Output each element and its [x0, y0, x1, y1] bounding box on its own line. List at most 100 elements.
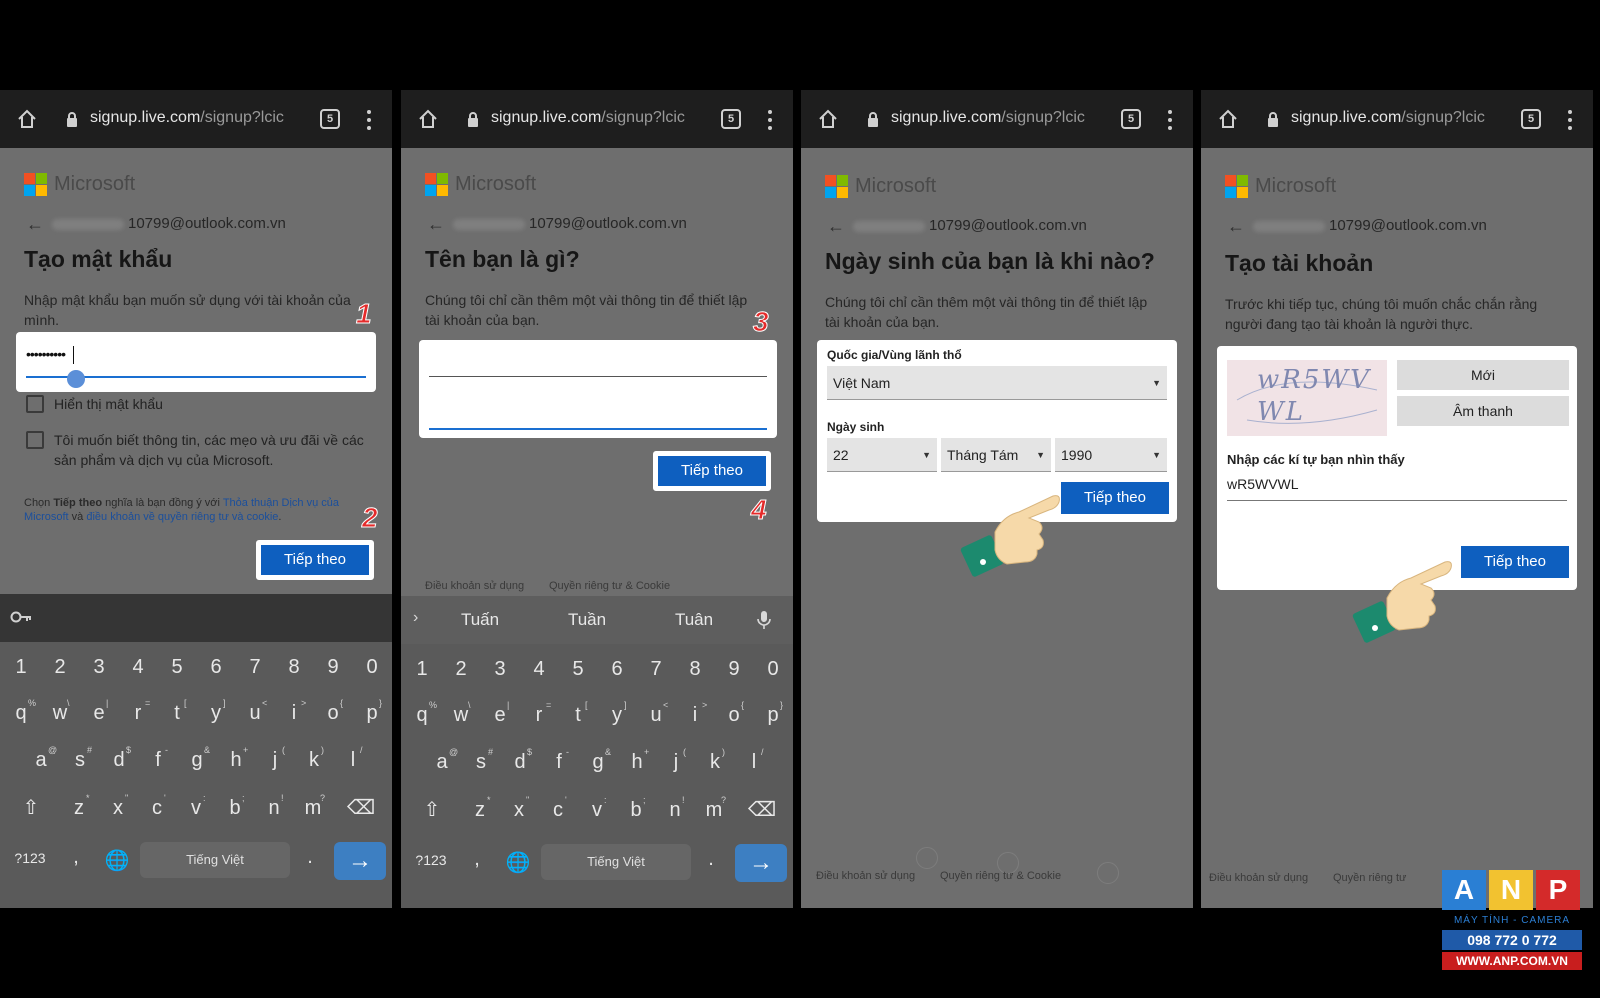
key-k[interactable]: k — [299, 749, 329, 772]
key-f[interactable]: f — [544, 751, 574, 774]
suggestion-1[interactable]: Tuấn — [451, 610, 509, 630]
privacy-cookie-link[interactable]: Quyền riêng tư & Cookie — [940, 870, 1061, 882]
terms-of-use-link[interactable]: Điều khoản sử dụng — [816, 870, 915, 882]
key-7[interactable]: 7 — [240, 656, 270, 679]
key-e[interactable]: e — [84, 702, 114, 725]
next-button[interactable]: Tiếp theo — [1061, 482, 1169, 514]
overflow-menu-icon[interactable] — [1567, 109, 1573, 131]
url-text[interactable]: signup.live.com/signup?lcic — [491, 109, 695, 127]
key-w[interactable]: w — [446, 704, 476, 727]
next-button[interactable]: Tiếp theo — [653, 451, 771, 491]
key-f[interactable]: f — [143, 749, 173, 772]
key-3[interactable]: 3 — [84, 656, 114, 679]
key-x[interactable]: x — [103, 797, 133, 820]
key-0[interactable]: 0 — [357, 656, 387, 679]
next-button[interactable]: Tiếp theo — [256, 540, 374, 580]
newsletter-checkbox[interactable] — [26, 431, 44, 449]
overflow-menu-icon[interactable] — [366, 109, 372, 131]
terms-of-use-link[interactable]: Điều khoản sử dụng — [425, 580, 524, 592]
privacy-cookie-link[interactable]: Quyền riêng tư — [1333, 872, 1406, 884]
tabs-count-icon[interactable]: 5 — [320, 109, 340, 129]
privacy-cookie-link[interactable]: Quyền riêng tư & Cookie — [549, 580, 670, 592]
audio-captcha-button[interactable]: Âm thanh — [1397, 396, 1569, 426]
year-select[interactable]: 1990 ▼ — [1055, 438, 1167, 472]
last-name-input[interactable] — [429, 376, 767, 377]
url-text[interactable]: signup.live.com/signup?lcic — [891, 109, 1095, 127]
enter-arrow-icon[interactable]: → — [735, 844, 787, 882]
tabs-count-icon[interactable]: 5 — [1521, 109, 1541, 129]
privacy-cookie-link[interactable]: điều khoản về quyền riêng tư và cookie — [86, 511, 278, 523]
key-o[interactable]: o — [719, 704, 749, 727]
key-k[interactable]: k — [700, 751, 730, 774]
key-l[interactable]: l — [739, 751, 769, 774]
key-p[interactable]: p — [758, 704, 788, 727]
tabs-count-icon[interactable]: 5 — [1121, 109, 1141, 129]
first-name-input[interactable] — [429, 428, 767, 430]
back-arrow-icon[interactable]: ← — [427, 214, 445, 234]
tabs-count-icon[interactable]: 5 — [721, 109, 741, 129]
overflow-menu-icon[interactable] — [767, 109, 773, 131]
period-key[interactable]: . — [701, 848, 721, 871]
key-2[interactable]: 2 — [45, 656, 75, 679]
chevron-right-icon[interactable]: › — [413, 609, 418, 627]
space-key[interactable]: Tiếng Việt — [140, 842, 290, 878]
key-5[interactable]: 5 — [563, 658, 593, 681]
key-n[interactable]: n — [660, 799, 690, 822]
cursor-handle[interactable] — [67, 370, 85, 388]
globe-icon[interactable]: 🌐 — [104, 848, 130, 873]
home-icon[interactable] — [817, 108, 839, 130]
key-2[interactable]: 2 — [446, 658, 476, 681]
back-arrow-icon[interactable]: ← — [827, 216, 845, 236]
key-w[interactable]: w — [45, 702, 75, 725]
month-select[interactable]: Tháng Tám ▼ — [941, 438, 1051, 472]
key-1[interactable]: 1 — [6, 656, 36, 679]
symbols-key[interactable]: ?123 — [10, 850, 50, 866]
backspace-key-icon[interactable]: ⌫ — [344, 795, 378, 820]
comma-key[interactable]: , — [467, 848, 487, 871]
key-b[interactable]: b — [621, 799, 651, 822]
key-l[interactable]: l — [338, 749, 368, 772]
key-4[interactable]: 4 — [123, 656, 153, 679]
key-o[interactable]: o — [318, 702, 348, 725]
key-6[interactable]: 6 — [201, 656, 231, 679]
key-b[interactable]: b — [220, 797, 250, 820]
terms-of-use-link[interactable]: Điều khoản sử dụng — [1209, 872, 1308, 884]
key-n[interactable]: n — [259, 797, 289, 820]
key-0[interactable]: 0 — [758, 658, 788, 681]
key-p[interactable]: p — [357, 702, 387, 725]
captcha-input[interactable]: wR5WVWL — [1227, 476, 1299, 492]
backspace-key-icon[interactable]: ⌫ — [745, 797, 779, 822]
key-y[interactable]: y — [602, 704, 632, 727]
key-icon[interactable] — [10, 610, 32, 624]
key-9[interactable]: 9 — [318, 656, 348, 679]
suggestion-2[interactable]: Tuần — [558, 610, 616, 630]
key-6[interactable]: 6 — [602, 658, 632, 681]
shift-key-icon[interactable]: ⇧ — [417, 797, 447, 822]
key-t[interactable]: t — [162, 702, 192, 725]
enter-arrow-icon[interactable]: → — [334, 842, 386, 880]
country-select[interactable]: Việt Nam ▼ — [827, 366, 1167, 400]
key-y[interactable]: y — [201, 702, 231, 725]
key-e[interactable]: e — [485, 704, 515, 727]
key-4[interactable]: 4 — [524, 658, 554, 681]
overflow-menu-icon[interactable] — [1167, 109, 1173, 131]
key-8[interactable]: 8 — [279, 656, 309, 679]
key-x[interactable]: x — [504, 799, 534, 822]
key-1[interactable]: 1 — [407, 658, 437, 681]
home-icon[interactable] — [417, 108, 439, 130]
globe-icon[interactable]: 🌐 — [505, 850, 531, 875]
url-text[interactable]: signup.live.com/signup?lcic — [1291, 109, 1495, 127]
key-v[interactable]: v — [181, 797, 211, 820]
url-text[interactable]: signup.live.com/signup?lcic — [90, 109, 294, 127]
space-key[interactable]: Tiếng Việt — [541, 844, 691, 880]
new-captcha-button[interactable]: Mới — [1397, 360, 1569, 390]
comma-key[interactable]: , — [66, 846, 86, 869]
show-password-checkbox[interactable] — [26, 395, 44, 413]
shift-key-icon[interactable]: ⇧ — [16, 795, 46, 820]
period-key[interactable]: . — [300, 846, 320, 869]
key-j[interactable]: j — [661, 751, 691, 774]
key-t[interactable]: t — [563, 704, 593, 727]
next-button[interactable]: Tiếp theo — [1461, 546, 1569, 578]
key-9[interactable]: 9 — [719, 658, 749, 681]
key-j[interactable]: j — [260, 749, 290, 772]
